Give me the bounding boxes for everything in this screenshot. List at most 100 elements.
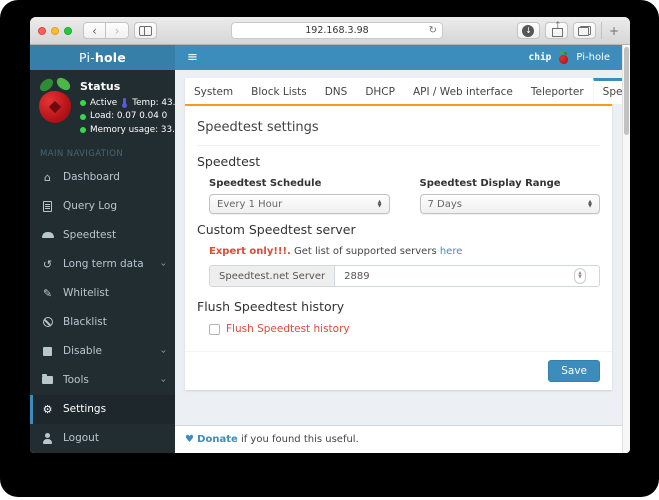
select-arrows-icon: ▲ ▼ xyxy=(377,198,382,209)
sidebar-item-label: Query Log xyxy=(63,200,118,213)
folder-icon xyxy=(40,374,55,385)
speedtest-section-heading: Speedtest xyxy=(197,154,261,169)
expert-warning: Expert only!!!. xyxy=(209,246,291,257)
schedule-select[interactable]: Every 1 Hour ▲ ▼ xyxy=(209,194,390,214)
sidebar-item-label: Settings xyxy=(63,403,107,416)
content-area: System Block Lists DNS DHCP API / Web in… xyxy=(175,70,622,453)
flush-checkbox-label: Flush Speedtest history xyxy=(226,323,350,335)
address-bar[interactable]: 192.168.3.98 ↻ xyxy=(230,22,443,39)
page-title: Speedtest settings xyxy=(197,116,600,146)
history-icon: ↺ xyxy=(42,257,53,271)
chevron-down-icon: › xyxy=(157,349,169,354)
window-scrollbar[interactable] xyxy=(622,45,630,453)
footer-text: if you found this useful. xyxy=(237,434,359,445)
box-footer: Save xyxy=(185,351,612,390)
traffic-lights xyxy=(38,26,72,35)
sidebar-item-label: Speedtest xyxy=(63,229,117,242)
nav-section-label: MAIN NAVIGATION xyxy=(40,148,124,159)
sidebar-item-query-log[interactable]: Query Log xyxy=(30,192,175,221)
pihole-logo[interactable]: Pi-hole xyxy=(30,45,175,70)
sidebar-item-label: Blacklist xyxy=(63,316,107,329)
sidebar-item-logout[interactable]: Logout xyxy=(30,424,175,453)
tab-system[interactable]: System xyxy=(185,78,242,104)
sidebar-item-disable[interactable]: Disable › xyxy=(30,337,175,366)
number-stepper-icon[interactable]: ▲ ▼ xyxy=(574,268,586,284)
footer-donate-link[interactable]: Donate xyxy=(197,434,238,445)
tab-api-web-interface[interactable]: API / Web interface xyxy=(404,78,522,104)
back-button[interactable]: ‹ xyxy=(83,22,106,39)
flush-heading: Flush Speedtest history xyxy=(197,299,345,314)
schedule-selected-value: Every 1 Hour xyxy=(217,198,283,210)
sidebar-item-dashboard[interactable]: ⌂ Dashboard xyxy=(30,163,175,192)
raspberry-leaf-icon xyxy=(54,76,73,92)
status-ok-icon xyxy=(80,113,86,120)
download-icon: ↓ xyxy=(522,24,535,37)
tab-dns[interactable]: DNS xyxy=(316,78,357,104)
status-ok-icon xyxy=(80,127,86,134)
custom-server-heading: Custom Speedtest server xyxy=(197,222,356,237)
show-tabs-button[interactable] xyxy=(572,22,596,39)
sidebar-item-whitelist[interactable]: ✎ Whitelist xyxy=(30,279,175,308)
server-port-input[interactable]: 2889 ▲ ▼ xyxy=(335,266,599,286)
thermometer-icon xyxy=(122,98,128,109)
ban-icon xyxy=(40,317,55,328)
tachometer-icon xyxy=(40,232,55,239)
display-range-select[interactable]: 7 Days ▲ ▼ xyxy=(419,194,600,214)
sidebar-item-label: Disable xyxy=(63,345,102,358)
downloads-button[interactable]: ↓ xyxy=(516,22,540,39)
status-memory-label: Memory usage: 33.5% xyxy=(90,124,189,135)
sidebar-toggle-icon xyxy=(139,25,152,36)
select-arrows-icon: ▲ ▼ xyxy=(588,198,592,209)
tab-block-lists[interactable]: Block Lists xyxy=(242,78,316,104)
logo-text-bold: hole xyxy=(94,50,126,65)
history-nav-buttons: ‹ › xyxy=(83,22,129,39)
minimize-window-button[interactable] xyxy=(51,26,59,35)
tab-dhcp[interactable]: DHCP xyxy=(356,78,404,104)
flush-checkbox[interactable] xyxy=(209,323,220,335)
stop-icon xyxy=(40,346,55,356)
sidebar-menu: ⌂ Dashboard Query Log Speedtest ↺ Long t… xyxy=(30,163,175,453)
browser-titlebar: ‹ › 192.168.3.98 ↻ ↓ + xyxy=(30,17,630,45)
forward-button[interactable]: › xyxy=(106,22,129,39)
tab-teleporter[interactable]: Teleporter xyxy=(522,78,593,104)
tab-speedtest[interactable]: Speedtest xyxy=(592,78,622,104)
raspberry-berry-icon xyxy=(39,91,71,123)
flush-checkbox-row: Flush Speedtest history xyxy=(197,323,600,335)
chevron-down-icon: › xyxy=(157,262,169,267)
close-window-button[interactable] xyxy=(38,26,46,35)
settings-box: System Block Lists DNS DHCP API / Web in… xyxy=(185,78,622,390)
screenshot-frame: ‹ › 192.168.3.98 ↻ ↓ + Pi-hole xyxy=(0,0,659,497)
brand-label: Pi-hole xyxy=(576,52,610,63)
sidebar-item-label: Whitelist xyxy=(63,287,109,300)
browser-window: ‹ › 192.168.3.98 ↻ ↓ + Pi-hole xyxy=(30,17,630,453)
pihole-navbar: Pi-hole ≡ chip Pi-hole xyxy=(30,45,622,70)
sidebar: Status Active Temp: 43.8 °C Load: 0.07 0… xyxy=(30,70,194,453)
page-footer: ♥ Donate if you found this useful. xyxy=(175,425,622,453)
sidebar-item-blacklist[interactable]: Blacklist xyxy=(30,308,175,337)
sidebar-item-tools[interactable]: Tools › xyxy=(30,366,175,395)
refresh-icon[interactable]: ↻ xyxy=(429,25,437,36)
sidebar-item-speedtest[interactable]: Speedtest xyxy=(30,221,175,250)
share-button[interactable] xyxy=(544,21,568,39)
save-button[interactable]: Save xyxy=(548,360,600,382)
new-tab-button[interactable]: + xyxy=(600,22,622,39)
sidebar-item-label: Long term data xyxy=(63,258,144,271)
home-icon: ⌂ xyxy=(44,170,51,184)
settings-tabs: System Block Lists DNS DHCP API / Web in… xyxy=(185,78,622,106)
heart-icon: ♥ xyxy=(185,434,198,445)
sidebar-item-label: Logout xyxy=(63,432,99,445)
gear-icon: ⚙ xyxy=(42,402,53,416)
display-range-label: Speedtest Display Range xyxy=(419,178,561,189)
edit-icon: ✎ xyxy=(42,286,53,300)
status-ok-icon xyxy=(80,100,86,107)
expert-warning-line: Expert only!!!. Get list of supported se… xyxy=(197,246,600,257)
hamburger-menu-icon[interactable]: ≡ xyxy=(175,51,210,64)
server-list-link[interactable]: here xyxy=(440,246,463,257)
zoom-window-button[interactable] xyxy=(64,26,72,35)
sidebar-toggle-button[interactable] xyxy=(134,22,157,39)
raspberry-icon xyxy=(558,51,569,64)
sidebar-item-long-term-data[interactable]: ↺ Long term data › xyxy=(30,250,175,279)
scrollbar-thumb[interactable] xyxy=(624,47,629,135)
sidebar-item-label: Tools xyxy=(63,374,89,387)
sidebar-item-settings[interactable]: ⚙ Settings xyxy=(30,394,175,424)
